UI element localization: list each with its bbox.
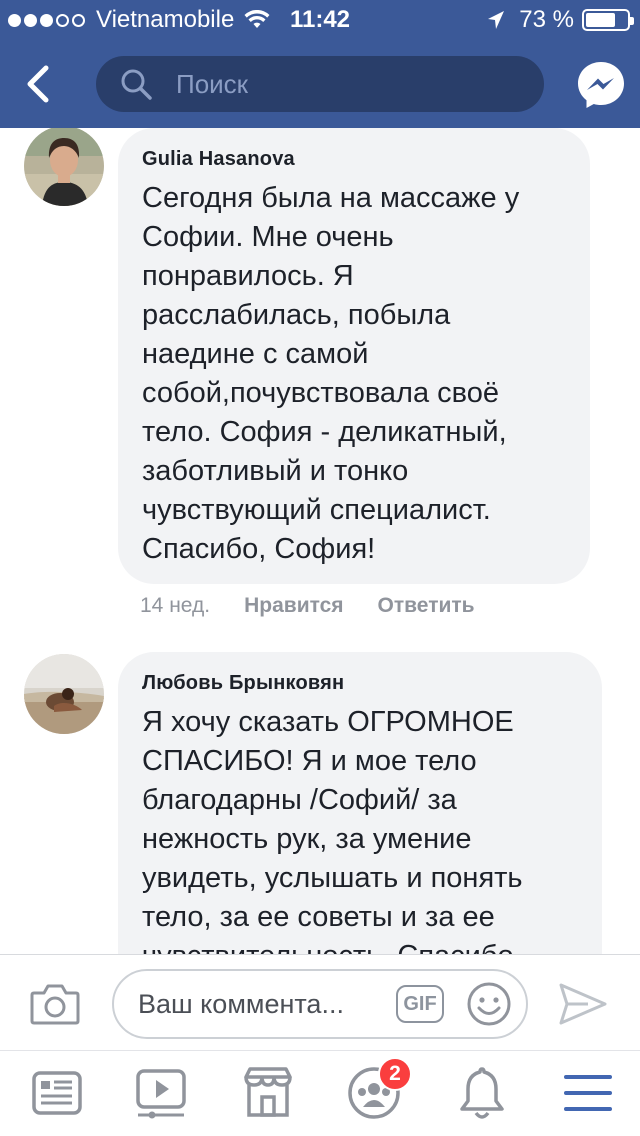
status-bar: Vietnamobile 11:42 73 % — [0, 0, 640, 40]
emoji-icon[interactable] — [466, 981, 512, 1027]
battery-percent: 73 % — [519, 6, 574, 33]
video-icon[interactable] — [134, 1065, 190, 1121]
avatar-photo — [24, 654, 104, 734]
comment-text: Я хочу сказать ОГРОМНОЕ СПАСИБО! Я и мое… — [142, 706, 523, 954]
comment-input-placeholder: Ваш коммента... — [138, 989, 344, 1019]
groups-notification-badge: 2 — [378, 1057, 412, 1091]
news-feed-icon[interactable] — [30, 1065, 86, 1121]
comments-feed[interactable]: Gulia Hasanova Сегодня была на массаже у… — [0, 128, 640, 954]
like-button[interactable]: Нравится — [244, 594, 343, 618]
messenger-icon[interactable] — [576, 60, 626, 110]
notifications-icon[interactable] — [454, 1065, 510, 1121]
comment-input[interactable]: Ваш коммента... GIF — [112, 969, 528, 1039]
gif-button[interactable]: GIF — [396, 985, 444, 1023]
reply-button[interactable]: Ответить — [378, 594, 475, 618]
comment-text: Сегодня была на массаже у Софии. Мне оче… — [142, 182, 520, 565]
comment-author[interactable]: Любовь Брынковян — [142, 672, 578, 695]
avatar-photo — [24, 128, 104, 206]
bottom-tab-bar: 2 — [0, 1050, 640, 1136]
camera-icon[interactable] — [30, 981, 80, 1027]
comment-composer: Ваш коммента... GIF — [0, 954, 640, 1050]
battery-level-fill — [586, 13, 616, 27]
search-icon — [121, 69, 152, 100]
search-input[interactable]: Поиск — [96, 56, 544, 112]
battery-cap — [630, 17, 634, 25]
battery-icon — [582, 9, 634, 31]
facebook-comments-screen: Vietnamobile 11:42 73 % Поиск Gulia Hasa… — [0, 0, 640, 1136]
comment-bubble[interactable]: Любовь Брынковян Я хочу сказать ОГРОМНОЕ… — [118, 652, 602, 954]
search-placeholder: Поиск — [176, 68, 249, 99]
avatar[interactable] — [24, 128, 104, 206]
comment-actions: 14 нед. Нравится Ответить — [140, 594, 475, 618]
avatar[interactable] — [24, 654, 104, 734]
back-chevron-icon[interactable] — [20, 62, 56, 106]
marketplace-icon[interactable] — [240, 1065, 296, 1121]
send-icon[interactable] — [558, 981, 608, 1027]
comment-timestamp[interactable]: 14 нед. — [140, 594, 210, 618]
status-bar-right: 73 % — [487, 0, 634, 40]
location-arrow-icon — [488, 11, 505, 29]
comment-bubble[interactable]: Gulia Hasanova Сегодня была на массаже у… — [118, 128, 590, 584]
menu-icon[interactable] — [560, 1065, 616, 1121]
comment-author[interactable]: Gulia Hasanova — [142, 148, 566, 171]
top-navigation-bar: Поиск — [0, 40, 640, 128]
